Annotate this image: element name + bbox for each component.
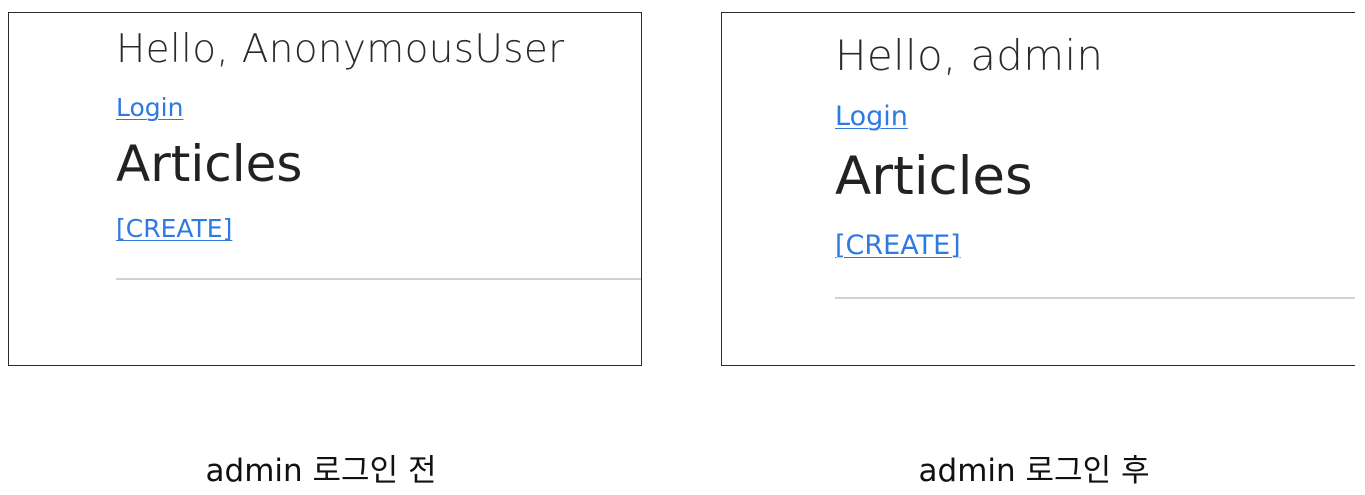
page-title: Articles <box>116 135 303 193</box>
caption-after-login: admin 로그인 후 <box>918 453 1150 489</box>
login-link[interactable]: Login <box>835 101 908 132</box>
caption-before-login: admin 로그인 전 <box>205 453 437 489</box>
greeting-text: Hello, AnonymousUser <box>116 27 565 72</box>
greeting-text: Hello, admin <box>835 31 1104 80</box>
divider <box>116 278 641 280</box>
login-link[interactable]: Login <box>116 93 183 122</box>
create-link[interactable]: [CREATE] <box>116 214 232 243</box>
screenshot-after-login: Hello, admin Login Articles [CREATE] <box>721 12 1355 366</box>
page-title: Articles <box>835 146 1033 207</box>
create-link[interactable]: [CREATE] <box>835 230 961 261</box>
divider <box>835 297 1355 299</box>
screenshot-before-login: Hello, AnonymousUser Login Articles [CRE… <box>8 12 642 366</box>
